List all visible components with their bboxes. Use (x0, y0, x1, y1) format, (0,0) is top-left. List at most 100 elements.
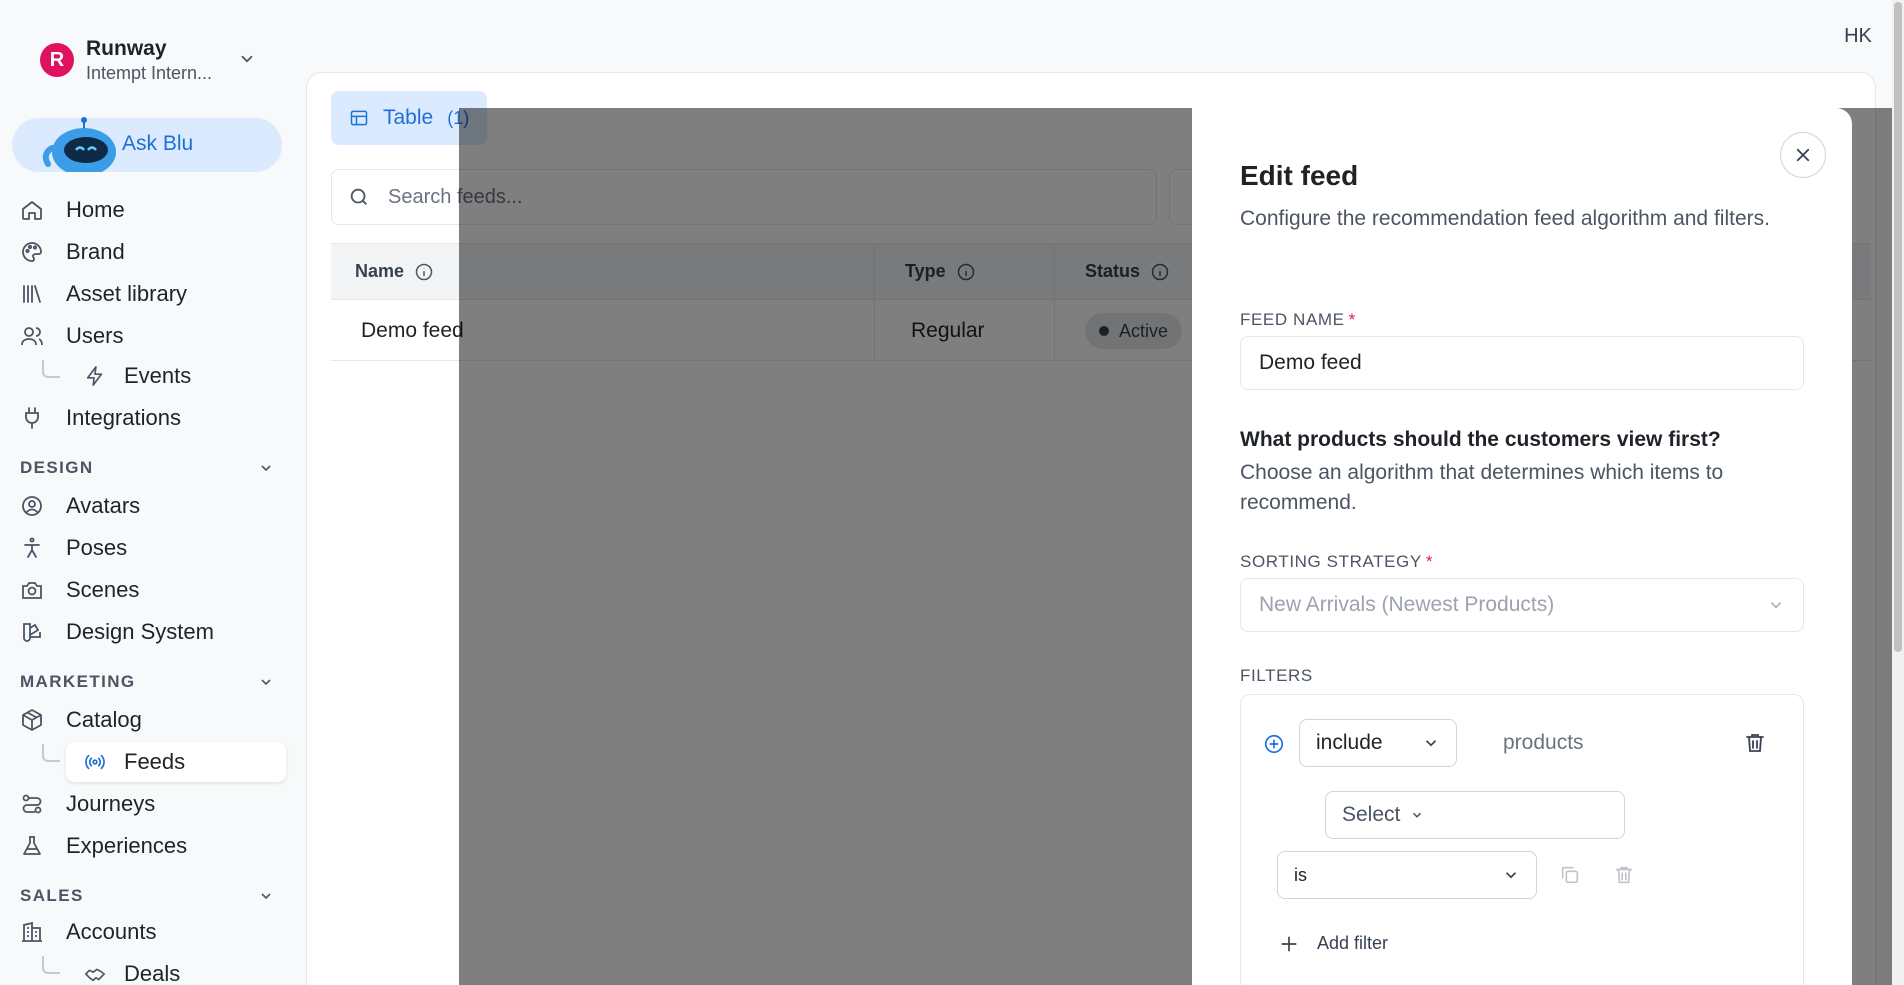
algorithm-question: What products should the customers view … (1240, 428, 1721, 451)
sorting-strategy-value: New Arrivals (Newest Products) (1259, 593, 1555, 616)
sidebar-item-events[interactable]: Events (84, 356, 191, 396)
sidebar-item-label: Avatars (66, 493, 141, 518)
section-sales[interactable]: SALES (20, 886, 274, 906)
trash-icon[interactable] (1743, 731, 1767, 755)
workspace-name: Runway (86, 37, 167, 60)
workspace-switcher[interactable]: R Runway Intempt Intern... (40, 36, 212, 84)
camera-icon (22, 582, 42, 599)
sidebar-item-label: Poses (66, 535, 128, 560)
tree-connector (42, 744, 60, 762)
plus-circle-icon[interactable] (1263, 733, 1285, 755)
sidebar-item-label: Brand (66, 239, 125, 264)
sidebar-item-brand[interactable]: Brand (20, 232, 125, 272)
sorting-strategy-select[interactable]: New Arrivals (Newest Products) (1240, 578, 1804, 632)
workspace-logo: R (40, 43, 74, 77)
sidebar-item-label: Experiences (66, 833, 188, 858)
library-icon (23, 285, 41, 303)
sidebar-item-label: Catalog (66, 707, 142, 732)
sorting-strategy-label: SORTING STRATEGY * (1240, 552, 1434, 571)
user-avatar[interactable]: HK (1838, 20, 1878, 52)
edit-feed-drawer: Edit feed Configure the recommendation f… (1192, 108, 1852, 985)
sidebar-item-catalog[interactable]: Catalog (20, 700, 142, 740)
table-icon (350, 110, 368, 126)
scrollbar-thumb[interactable] (1894, 2, 1902, 652)
sidebar-item-label: Deals (124, 961, 181, 985)
chevron-down-icon (261, 465, 271, 472)
cell-name: Demo feed (361, 319, 464, 342)
filter-target-label: products (1503, 731, 1584, 754)
sidebar-item-label: Home (66, 197, 125, 222)
feed-name-input[interactable] (1259, 351, 1779, 375)
sidebar-item-feeds[interactable]: Feeds (84, 742, 185, 782)
filters-label: FILTERS (1240, 666, 1313, 685)
sidebar-item-accounts[interactable]: Accounts (20, 912, 157, 952)
lightning-icon (86, 366, 103, 386)
sidebar-item-label: Design System (66, 619, 214, 644)
sidebar-item-poses[interactable]: Poses (20, 528, 127, 568)
person-standing-icon (24, 537, 40, 558)
building-icon (22, 921, 42, 942)
user-circle-icon (22, 496, 42, 516)
tree-connector (42, 360, 60, 378)
drawer-title: Edit feed (1240, 160, 1359, 191)
sidebar-item-label: Scenes (66, 577, 140, 602)
sidebar: R Runway Intempt Intern... Ask Blu Home … (0, 0, 300, 985)
add-filter-button[interactable]: Add filter (1279, 933, 1388, 954)
copy-icon[interactable] (1559, 864, 1581, 886)
search-icon (350, 188, 367, 205)
filters-panel: include products Select is Add filter (1240, 694, 1804, 985)
sidebar-item-label: Events (124, 363, 192, 388)
sidebar-item-scenes[interactable]: Scenes (20, 570, 139, 610)
info-icon[interactable] (414, 262, 434, 282)
operator-select[interactable]: is (1277, 851, 1537, 899)
robot-mascot-icon (42, 117, 116, 172)
feed-name-label: FEED NAME * (1240, 310, 1356, 329)
route-icon (22, 794, 42, 814)
page-scrollbar[interactable] (1892, 0, 1904, 985)
sidebar-item-label: Asset library (66, 281, 188, 306)
chevron-down-icon (1425, 740, 1437, 747)
sidebar-item-avatars[interactable]: Avatars (20, 486, 140, 526)
flask-icon (23, 836, 41, 855)
section-marketing[interactable]: MARKETING (20, 672, 274, 692)
attribute-select[interactable]: Select (1325, 791, 1625, 839)
ask-blu-button[interactable]: Ask Blu (12, 117, 282, 172)
sidebar-item-deals[interactable]: Deals (84, 954, 180, 985)
palette-icon (22, 242, 42, 262)
sidebar-item-journeys[interactable]: Journeys (20, 784, 155, 824)
plug-icon (25, 407, 39, 429)
sidebar-item-label: Accounts (66, 919, 157, 944)
tab-label: Table (383, 106, 434, 129)
algorithm-description: Choose an algorithm that determines whic… (1240, 461, 1724, 514)
sidebar-item-label: Feeds (124, 749, 186, 774)
sidebar-item-asset-library[interactable]: Asset library (20, 274, 187, 314)
include-exclude-select[interactable]: include (1299, 719, 1457, 767)
chevron-down-icon (261, 679, 271, 686)
close-button[interactable] (1780, 132, 1826, 178)
sidebar-item-experiences[interactable]: Experiences (20, 826, 187, 866)
sidebar-item-home[interactable]: Home (20, 190, 125, 230)
sidebar-item-integrations[interactable]: Integrations (20, 398, 181, 438)
chevron-down-icon (261, 893, 271, 900)
users-icon (21, 327, 43, 346)
sidebar-item-design-system[interactable]: Design System (20, 612, 214, 652)
column-header-name[interactable]: Name (355, 261, 434, 282)
section-design[interactable]: DESIGN (20, 458, 274, 478)
chevron-down-icon (1770, 602, 1782, 609)
trash-icon[interactable] (1613, 864, 1635, 886)
tree-connector (42, 956, 60, 974)
sidebar-item-users[interactable]: Users (20, 316, 123, 356)
chevron-down-icon[interactable] (238, 50, 256, 68)
close-icon (1796, 148, 1810, 162)
feed-name-field[interactable] (1240, 336, 1804, 390)
chevron-down-icon (1413, 812, 1422, 818)
handshake-icon (85, 968, 105, 982)
section-label: SALES (20, 886, 84, 905)
required-mark: * (1348, 310, 1356, 329)
plus-icon (1281, 936, 1297, 951)
broadcast-icon (85, 754, 105, 770)
sidebar-item-label: Integrations (66, 405, 181, 430)
swatch-book-icon (23, 623, 41, 642)
section-label: MARKETING (20, 672, 136, 691)
section-label: DESIGN (20, 458, 94, 477)
